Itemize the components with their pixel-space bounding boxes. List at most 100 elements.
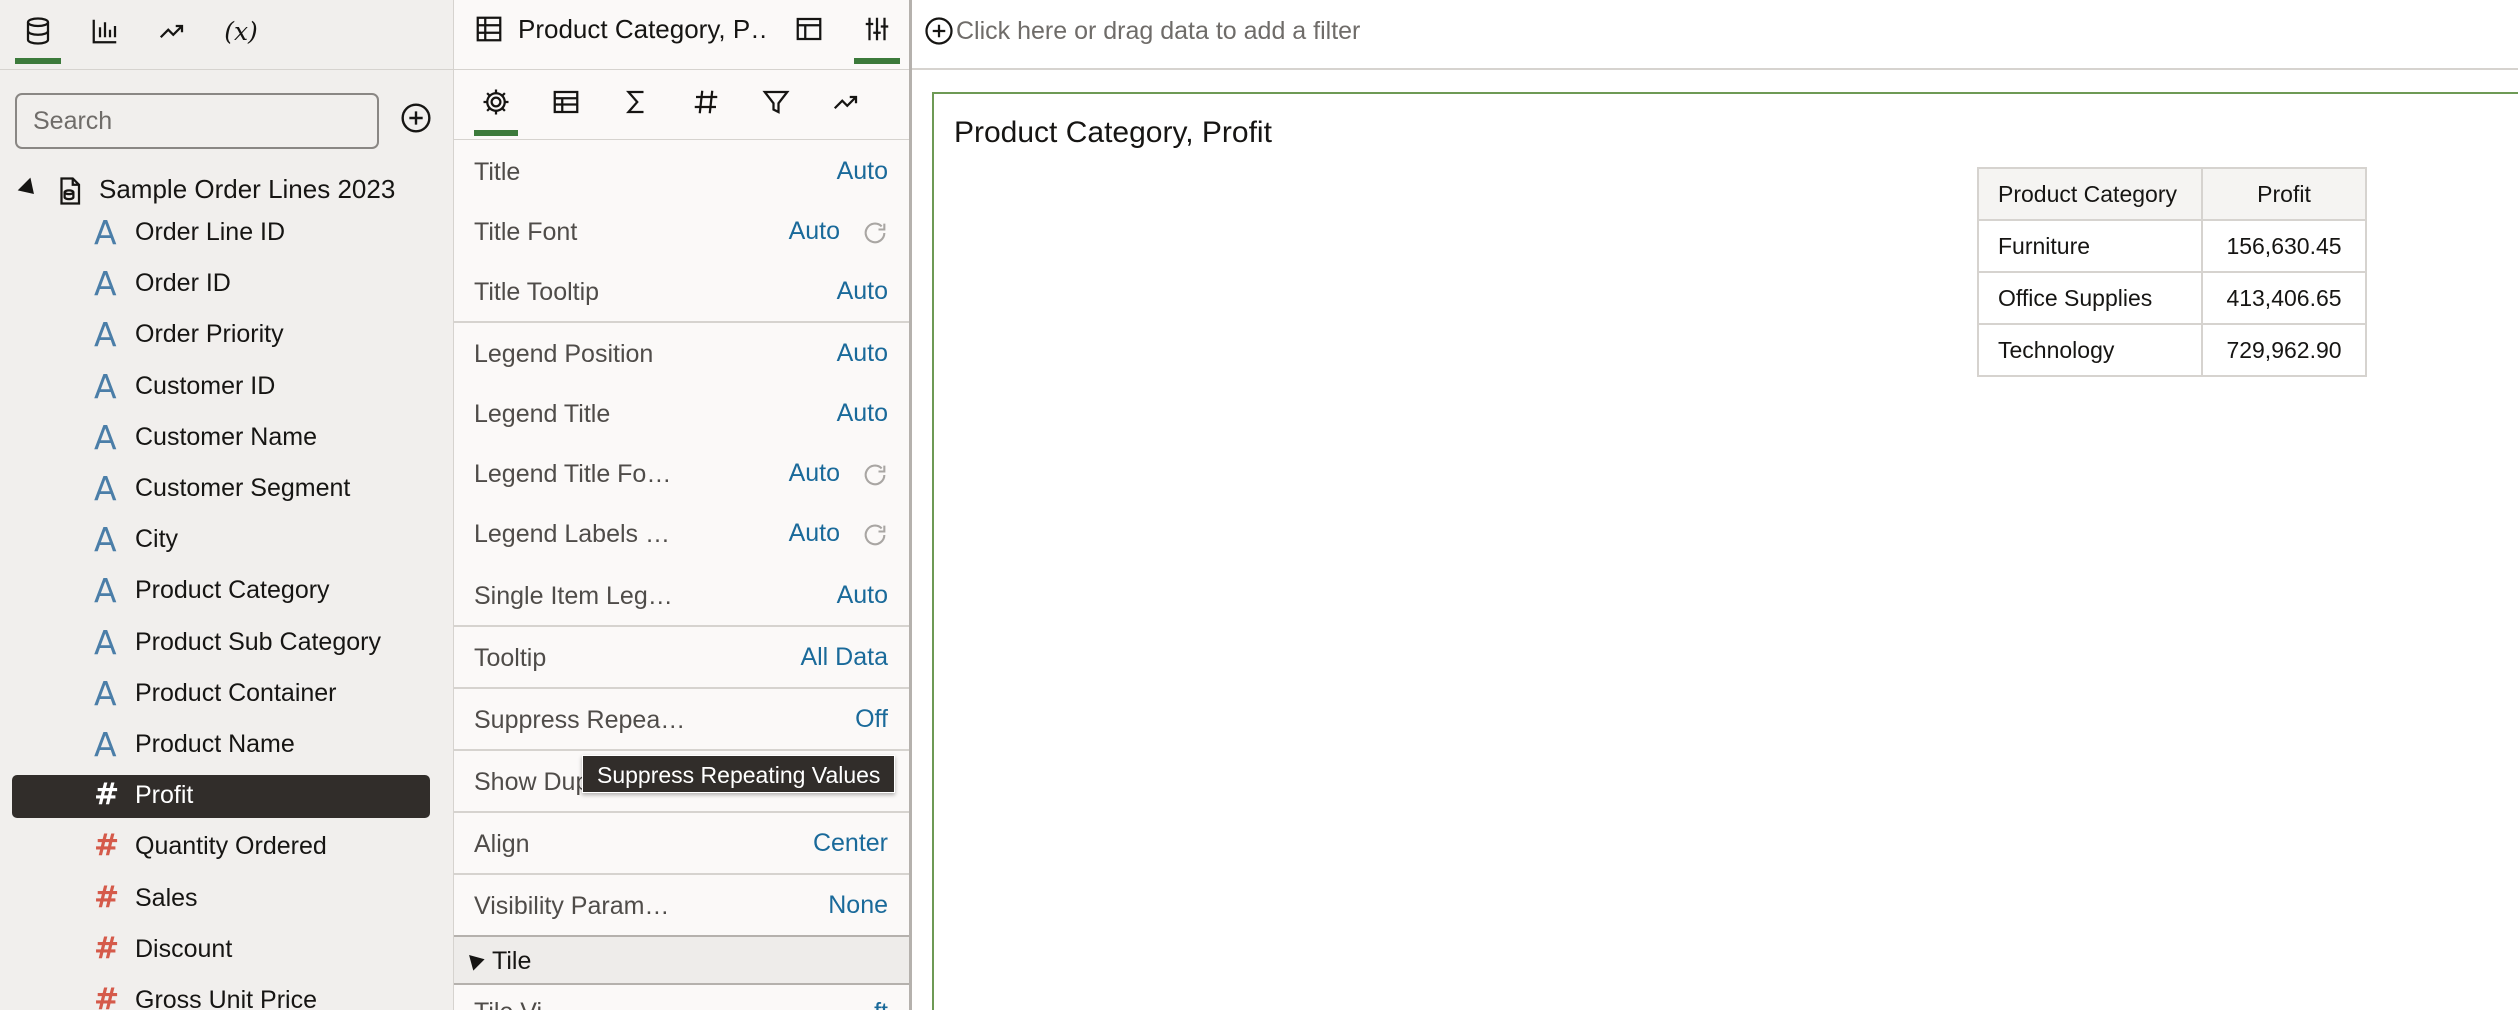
tab-table-properties[interactable] [544, 80, 588, 124]
search-input[interactable]: Search [15, 93, 379, 149]
tab-filters[interactable] [754, 80, 798, 124]
column-item[interactable]: A Order Line ID [12, 212, 430, 255]
tab-values[interactable] [614, 80, 658, 124]
column-item[interactable]: # Profit [12, 775, 430, 819]
property-label: Tile Vi… [474, 998, 567, 1010]
filter-bar[interactable]: Click here or drag data to add a filter [912, 0, 2518, 70]
attribute-icon: A [94, 673, 117, 713]
column-item[interactable]: # Gross Unit Price [12, 980, 430, 1010]
column-item[interactable]: A Product Category [12, 570, 430, 613]
property-label: Suppress Repea… [474, 706, 686, 734]
dataset-icon [60, 177, 81, 205]
add-data-icon[interactable] [400, 102, 432, 134]
collapse-triangle-icon[interactable] [17, 177, 41, 201]
reset-icon[interactable] [861, 521, 889, 549]
column-label: Customer Segment [135, 474, 351, 502]
sigma-icon [626, 90, 644, 114]
property-value[interactable]: All Data [800, 643, 888, 672]
property-row: Single Item Leg… Auto [454, 565, 909, 627]
table-row[interactable]: Furniture 156,630.45 [1977, 219, 2367, 273]
visualization[interactable]: Product Category, Profit Product Categor… [932, 92, 2518, 1010]
tab-data[interactable] [13, 6, 63, 64]
table-row[interactable]: Office Supplies 413,406.65 [1977, 271, 2367, 325]
column-item[interactable]: A Customer Name [12, 417, 430, 460]
attribute-icon: A [94, 520, 117, 560]
tab-analytics[interactable] [147, 6, 197, 56]
attribute-icon: A [94, 469, 117, 508]
property-row: Title Tooltip Auto [454, 261, 909, 323]
column-item[interactable]: A Customer ID [12, 366, 430, 409]
column-item[interactable]: A Order Priority [12, 314, 430, 357]
column-label: Product Container [135, 678, 337, 707]
property-value[interactable]: Auto [837, 339, 888, 368]
profit-cell[interactable]: 156,630.45 [2201, 219, 2367, 273]
column-item[interactable]: A City [12, 519, 430, 562]
dataset-node[interactable]: Sample Order Lines 2023 [0, 164, 454, 216]
tab-analytics[interactable] [824, 80, 868, 124]
category-cell[interactable]: Office Supplies [1977, 271, 2203, 325]
column-item[interactable]: A Customer Segment [12, 468, 430, 511]
column-item[interactable]: A Product Name [12, 724, 430, 767]
tab-visualizations[interactable] [80, 6, 130, 56]
property-value[interactable]: Auto [789, 459, 840, 488]
property-value[interactable]: Auto [837, 157, 888, 186]
column-item[interactable]: # Quantity Ordered [12, 826, 430, 869]
add-filter-icon[interactable] [924, 16, 954, 46]
reset-icon[interactable] [861, 219, 889, 247]
column-label: Product Name [135, 730, 295, 758]
property-value[interactable]: Auto [837, 399, 888, 428]
property-value[interactable]: Auto [837, 581, 888, 610]
data-panel-tabs: (x) [0, 0, 454, 70]
property-label: Legend Title Fo… [474, 460, 672, 488]
property-row: Legend Position Auto [454, 323, 909, 385]
column-header[interactable]: Product Category [1977, 167, 2203, 221]
column-item[interactable]: A Product Sub Category [12, 622, 430, 665]
layout-icon[interactable] [794, 14, 824, 44]
table-icon [553, 90, 579, 114]
property-value[interactable]: Center [813, 829, 888, 858]
data-table[interactable]: Product Category Profit Furniture 156,630… [1977, 167, 2367, 377]
tooltip: Suppress Repeating Values [582, 755, 896, 793]
column-item[interactable]: A Order ID [12, 263, 430, 306]
attribute-icon: A [94, 315, 117, 355]
column-item[interactable]: A Product Container [12, 673, 430, 716]
property-value[interactable]: …ft [849, 998, 888, 1010]
property-value[interactable]: Auto [789, 217, 840, 246]
section-tile[interactable]: Tile [454, 935, 909, 985]
property-label: Single Item Leg… [474, 582, 673, 610]
attribute-icon: A [94, 725, 117, 764]
table-header-row: Product Category Profit [1977, 167, 2367, 221]
table-row[interactable]: Technology 729,962.90 [1977, 323, 2367, 377]
category-cell[interactable]: Technology [1977, 323, 2203, 377]
property-label: Title Font [474, 218, 578, 246]
property-value[interactable]: Auto [789, 519, 840, 548]
property-value[interactable]: None [828, 891, 888, 920]
property-value[interactable]: Auto [837, 277, 888, 306]
profit-cell[interactable]: 413,406.65 [2201, 271, 2367, 325]
general-icon [483, 89, 509, 115]
column-header[interactable]: Profit [2201, 167, 2367, 221]
property-value[interactable]: Off [855, 705, 888, 734]
reset-icon[interactable] [861, 461, 889, 489]
tab-calculations[interactable]: (x) [216, 6, 266, 56]
column-label: Order ID [135, 269, 231, 298]
properties-tabs [454, 72, 909, 140]
viz-title: Product Category, Profit [954, 116, 1272, 149]
tab-general[interactable] [474, 80, 518, 136]
property-label: Legend Labels … [474, 520, 670, 548]
tab-number-format[interactable] [684, 80, 728, 124]
property-row: Suppress Repea… Off [454, 689, 909, 751]
profit-cell[interactable]: 729,962.90 [2201, 323, 2367, 377]
column-item[interactable]: # Discount [12, 929, 430, 972]
column-label: Sales [135, 883, 198, 912]
property-label: Show Dup [474, 768, 590, 796]
property-row: Visibility Param… None [454, 875, 909, 937]
category-cell[interactable]: Furniture [1977, 219, 2203, 273]
column-item[interactable]: # Sales [12, 878, 430, 921]
expand-triangle-icon[interactable] [463, 949, 485, 971]
properties-panel: Product Category, P… Title Auto Title Fo… [454, 0, 912, 1010]
viz-name[interactable]: Product Category, P… [518, 14, 768, 45]
property-row: Legend Title Fo… Auto [454, 443, 909, 505]
filter-icon [762, 90, 790, 114]
tab-properties[interactable] [852, 4, 902, 64]
